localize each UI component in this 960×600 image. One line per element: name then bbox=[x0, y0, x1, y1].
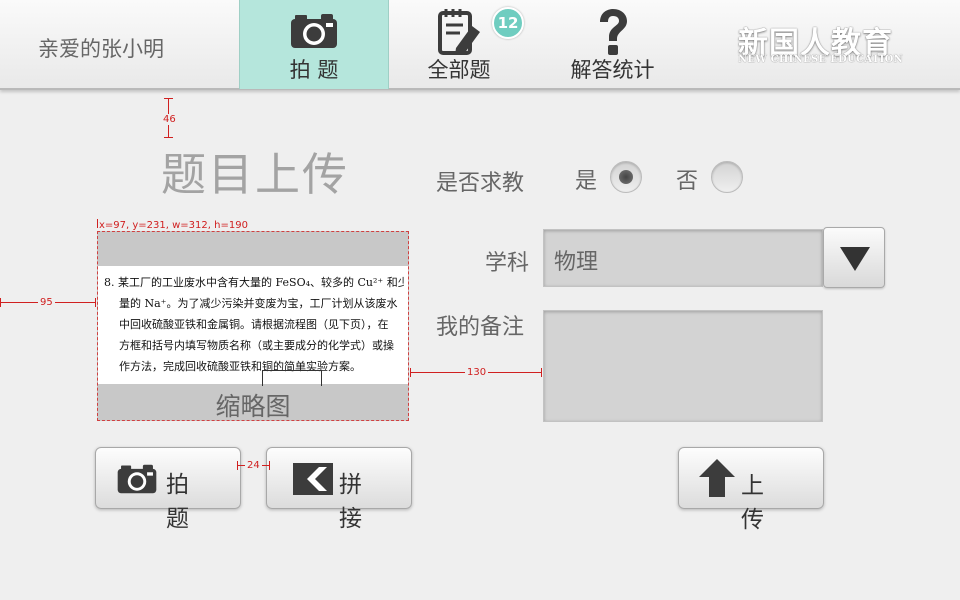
question-line: 方框和括号内填写物质名称（或主要成分的化学式）或操 bbox=[119, 339, 394, 352]
camera-icon bbox=[116, 463, 158, 499]
page-title: 题目上传 bbox=[161, 148, 350, 201]
stitch-button-label: 拼 接 bbox=[339, 472, 370, 532]
capture-question-button[interactable]: 拍 题 bbox=[95, 447, 241, 532]
tab-capture-label: 拍 题 bbox=[289, 58, 339, 82]
question-line: 作方法，完成回收硫酸亚铁和铜的简单实验方案。 bbox=[119, 360, 361, 373]
option-yes-label: 是 bbox=[575, 169, 598, 194]
question-line: 8. 某工厂的工业废水中含有大量的 FeSO₄、较多的 Cu²⁺ 和少 bbox=[104, 276, 404, 289]
top-nav-bar: 亲爱的张小明 拍 题 12 全部题 解答统计 新国人教育 NEW CHINESE… bbox=[0, 0, 960, 90]
capture-button-label: 拍 题 bbox=[166, 472, 197, 532]
tab-all-label: 全部题 bbox=[427, 58, 491, 82]
upload-button[interactable]: 上 传 bbox=[678, 447, 824, 533]
annotation-bbox-label: x=97, y=231, w=312, h=190 bbox=[99, 220, 248, 231]
upload-arrow-icon bbox=[699, 459, 735, 501]
tab-stats-label: 解答统计 bbox=[570, 58, 655, 82]
annotation-mid-gap-value: 130 bbox=[465, 367, 489, 378]
question-image-text: 8. 某工厂的工业废水中含有大量的 FeSO₄、较多的 Cu²⁺ 和少 量的 N… bbox=[98, 266, 408, 386]
ask-for-help-label: 是否求教 bbox=[436, 171, 525, 196]
radio-yes[interactable] bbox=[610, 161, 642, 193]
camera-icon bbox=[289, 12, 339, 54]
question-line: 量的 Na⁺。为了减少污染并变废为宝，工厂计划从该废水 bbox=[119, 297, 398, 310]
triangle-down-icon bbox=[840, 247, 870, 271]
annotation-button-gap-value: 24 bbox=[245, 460, 262, 471]
brand-logo: 新国人教育 NEW CHINESE EDUCATION bbox=[738, 18, 918, 68]
question-mark-icon bbox=[596, 8, 630, 60]
stitch-button[interactable]: 拼 接 bbox=[266, 447, 412, 532]
user-greeting: 亲爱的张小明 bbox=[38, 37, 164, 61]
subject-select[interactable]: 物理 bbox=[543, 229, 823, 287]
tab-answer-stats[interactable]: 解答统计 bbox=[540, 0, 685, 89]
tab-all-questions[interactable]: 12 全部题 bbox=[389, 0, 529, 89]
note-textarea[interactable] bbox=[543, 310, 823, 422]
question-thumbnail[interactable]: 8. 某工厂的工业废水中含有大量的 FeSO₄、较多的 Cu²⁺ 和少 量的 N… bbox=[97, 231, 409, 421]
annotation-top-gap-value: 46 bbox=[161, 114, 178, 125]
question-line: 中回收硫酸亚铁和金属铜。请根据流程图（见下页），在 bbox=[119, 318, 389, 331]
stitch-icon bbox=[293, 463, 333, 499]
flowchart-fragment bbox=[262, 370, 322, 386]
notepad-pencil-icon bbox=[436, 8, 482, 60]
subject-dropdown-button[interactable] bbox=[823, 227, 885, 288]
upload-button-label: 上 传 bbox=[741, 473, 778, 533]
thumbnail-caption: 缩略图 bbox=[215, 392, 291, 421]
option-no-label: 否 bbox=[676, 169, 699, 194]
logo-english-text: NEW CHINESE EDUCATION bbox=[738, 54, 904, 65]
tab-capture-question[interactable]: 拍 题 bbox=[239, 0, 389, 89]
note-label: 我的备注 bbox=[436, 315, 525, 340]
radio-no[interactable] bbox=[711, 161, 743, 193]
unread-count-badge: 12 bbox=[492, 7, 524, 39]
annotation-left-gap-value: 95 bbox=[38, 297, 55, 308]
subject-label: 学科 bbox=[485, 251, 530, 276]
